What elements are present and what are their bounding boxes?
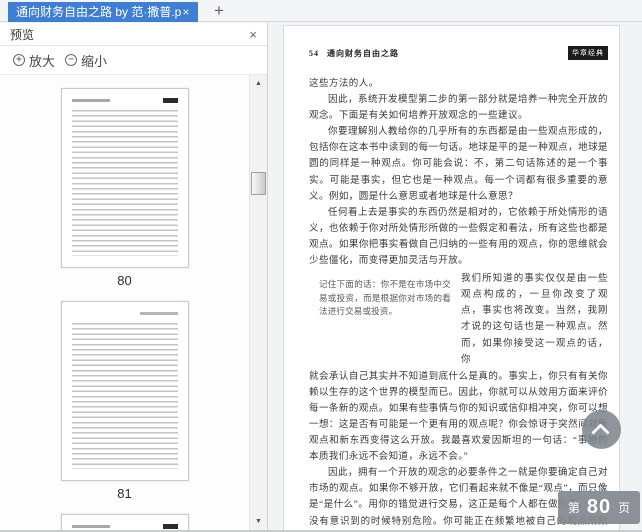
thumbnail-mini-header xyxy=(72,311,178,316)
zoom-in-button[interactable]: + 放大 xyxy=(13,51,55,70)
book-page-body: 这些方法的人。因此，系统开发模型第二步的第一部分就是培养一种完全开放的观念。下面… xyxy=(309,76,608,530)
body-paragraph: 这些方法的人。 xyxy=(309,79,379,89)
sidebar-title: 预览 xyxy=(10,27,35,42)
scrollbar-up-arrow-icon[interactable]: ▲ xyxy=(250,75,267,92)
thumbnail-mini-title xyxy=(71,99,110,102)
scrollbar-thumb[interactable] xyxy=(251,172,266,195)
chevron-up-icon xyxy=(591,423,610,442)
scroll-to-top-button[interactable] xyxy=(582,410,621,449)
body-paragraph: 因此，系统开发模型第二步的第一部分就是培养一种完全开放的观念。下面是有关如何培养… xyxy=(309,95,608,122)
page-indicator-suffix: 页 xyxy=(618,501,631,515)
thumbnail-mini-badge xyxy=(162,524,178,529)
thumbnail-page-image[interactable] xyxy=(60,514,189,530)
sidebar-scrollbar[interactable]: ▲ ▼ xyxy=(249,75,267,530)
thumbnail-mini-badge xyxy=(162,98,178,103)
zoom-in-label: 放大 xyxy=(29,53,56,69)
scrollbar-down-arrow-icon[interactable]: ▼ xyxy=(250,513,267,530)
tab-title: 通向财务自由之路 by 范·撒普.p xyxy=(16,5,182,19)
thumbnail-mini-title xyxy=(71,525,110,528)
zoom-out-icon: − xyxy=(65,54,78,66)
preview-sidebar: 预览 × + 放大 − 缩小 80 81 ▲ ▼ xyxy=(0,23,268,530)
body-paragraph: 你要理解别人教给你的几乎所有的东西都是由一些观点形成的，包括你在这本书中读到的每… xyxy=(309,127,608,202)
zoom-out-button[interactable]: − 缩小 xyxy=(65,51,107,70)
thumbnail-mini-header xyxy=(71,524,178,529)
body-paragraph: 就会承认自己其实并不知道到底什么是真的。事实上，你只有有关你赖以生存的这个世界的… xyxy=(309,371,608,463)
pull-quote: 记住下面的话：你不是在市场中交易或投资，而是根据你对市场的看法进行交易或投资。 xyxy=(319,279,451,317)
book-page-number: 54 xyxy=(309,48,319,58)
document-pane[interactable]: 54 通向财务自由之路 华章经典 这些方法的人。因此，系统开发模型第二步的第一部… xyxy=(269,23,642,530)
pull-quote-row: 记住下面的话：你不是在市场中交易或投资，而是根据你对市场的看法进行交易或投资。我… xyxy=(309,271,608,368)
tab-close-icon[interactable]: × xyxy=(179,2,193,22)
page-thumbnail[interactable]: 81 xyxy=(0,301,249,501)
series-badge: 华章经典 xyxy=(568,46,608,60)
thumbnail-page-label: 81 xyxy=(117,486,132,501)
book-title: 通向财务自由之路 xyxy=(327,48,399,58)
zoom-in-icon: + xyxy=(13,54,25,66)
sidebar-close-icon[interactable]: × xyxy=(249,27,257,42)
thumbnail-text-lines xyxy=(71,110,178,256)
zoom-out-label: 缩小 xyxy=(81,53,108,69)
book-page: 54 通向财务自由之路 华章经典 这些方法的人。因此，系统开发模型第二步的第一部… xyxy=(283,25,620,530)
thumbnail-list: 80 81 xyxy=(0,75,249,530)
body-paragraph: 我们所知道的事实仅仅是由一些观点构成的，一旦你改变了观点，事实也将改变。当然，我… xyxy=(461,274,608,365)
tab-pdf-document[interactable]: 通向财务自由之路 by 范·撒普.p × xyxy=(8,2,198,22)
sidebar-header: 预览 × xyxy=(0,23,267,46)
page-thumbnail[interactable]: 80 xyxy=(0,88,249,288)
page-thumbnail[interactable] xyxy=(0,514,249,530)
thumbnail-text-lines xyxy=(71,323,178,469)
page-indicator-number: 80 xyxy=(586,496,612,518)
page-indicator: 第 80 页 xyxy=(558,491,640,524)
thumbnail-mini-title xyxy=(139,312,178,315)
thumbnail-mini-header xyxy=(71,98,178,103)
thumbnail-page-image[interactable] xyxy=(60,88,189,268)
thumbnail-page-label: 80 xyxy=(117,273,132,288)
page-indicator-prefix: 第 xyxy=(567,501,580,515)
zoom-toolbar: + 放大 − 缩小 xyxy=(0,46,267,75)
thumbnail-page-image[interactable] xyxy=(60,301,189,481)
new-tab-button[interactable]: + xyxy=(210,0,228,22)
browser-tab-bar: 通向财务自由之路 by 范·撒普.p × + xyxy=(0,0,642,22)
book-page-header: 54 通向财务自由之路 华章经典 xyxy=(309,46,608,60)
body-paragraph: 任何看上去是事实的东西仍然是相对的，它依赖于所处情形的语义，也依赖于你对所处情形… xyxy=(309,207,608,267)
